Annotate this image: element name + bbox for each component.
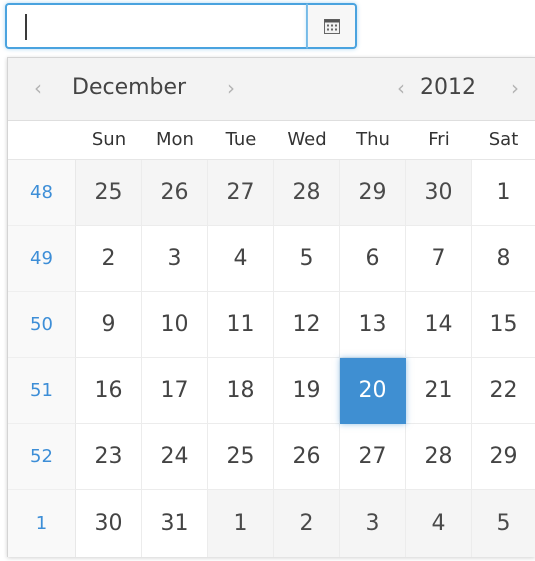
text-cursor [25, 14, 27, 40]
calendar-day[interactable]: 5 [472, 490, 535, 557]
calendar-day[interactable]: 15 [472, 292, 535, 358]
calendar-day[interactable]: 28 [406, 424, 472, 490]
calendar-day[interactable]: 8 [472, 226, 535, 292]
date-picker-page: ‹ December › ‹ 2012 › Sun Mon Tue Wed Th… [0, 0, 535, 561]
calendar-day[interactable]: 13 [340, 292, 406, 358]
calendar-day[interactable]: 27 [340, 424, 406, 490]
calendar-day[interactable]: 3 [142, 226, 208, 292]
weekday-header-row: Sun Mon Tue Wed Thu Fri Sat [8, 121, 535, 160]
previous-month-button[interactable]: ‹ [30, 73, 46, 103]
calendar-day[interactable]: 16 [76, 358, 142, 424]
weekday-wed: Wed [287, 129, 327, 150]
week-number: 50 [8, 292, 76, 358]
week-number: 51 [8, 358, 76, 424]
calendar-day[interactable]: 14 [406, 292, 472, 358]
calendar-day[interactable]: 4 [406, 490, 472, 557]
calendar-day[interactable]: 30 [406, 160, 472, 226]
weekday-sun: Sun [91, 129, 127, 150]
week-row: 49 2 3 4 5 6 7 8 [8, 226, 535, 292]
calendar-day[interactable]: 17 [142, 358, 208, 424]
calendar-day[interactable]: 6 [340, 226, 406, 292]
weekday-tue: Tue [225, 129, 257, 150]
calendar-popup: ‹ December › ‹ 2012 › Sun Mon Tue Wed Th… [7, 57, 535, 557]
week-row: 50 9 10 11 12 13 14 15 [8, 292, 535, 358]
calendar-header: ‹ December › ‹ 2012 › [8, 58, 535, 121]
week-row: 52 23 24 25 26 27 28 29 [8, 424, 535, 490]
calendar-toggle-button[interactable] [307, 3, 357, 49]
next-month-button[interactable]: › [223, 73, 239, 103]
calendar-day[interactable]: 10 [142, 292, 208, 358]
week-number: 48 [8, 160, 76, 226]
calendar-day[interactable]: 4 [208, 226, 274, 292]
calendar-day[interactable]: 9 [76, 292, 142, 358]
calendar-day[interactable]: 19 [274, 358, 340, 424]
calendar-day[interactable]: 21 [406, 358, 472, 424]
date-picker-control [5, 3, 357, 53]
weekday-sat: Sat [488, 129, 519, 150]
calendar-day[interactable]: 27 [208, 160, 274, 226]
year-label[interactable]: 2012 [420, 72, 500, 104]
calendar-day[interactable]: 1 [208, 490, 274, 557]
calendar-day[interactable]: 2 [76, 226, 142, 292]
previous-year-button[interactable]: ‹ [393, 73, 409, 103]
calendar-icon [324, 19, 340, 34]
calendar-day[interactable]: 23 [76, 424, 142, 490]
calendar-day[interactable]: 26 [274, 424, 340, 490]
week-row: 51 16 17 18 19 20 21 22 [8, 358, 535, 424]
calendar-day[interactable]: 18 [208, 358, 274, 424]
week-number: 49 [8, 226, 76, 292]
month-label[interactable]: December [72, 72, 212, 104]
calendar-day[interactable]: 31 [142, 490, 208, 557]
calendar-day[interactable]: 26 [142, 160, 208, 226]
week-row: 1 30 31 1 2 3 4 5 [8, 490, 535, 557]
weekday-fri: Fri [428, 129, 450, 150]
calendar-day[interactable]: 2 [274, 490, 340, 557]
date-input[interactable] [5, 3, 307, 49]
calendar-day[interactable]: 3 [340, 490, 406, 557]
calendar-day[interactable]: 25 [208, 424, 274, 490]
calendar-day[interactable]: 22 [472, 358, 535, 424]
calendar-day[interactable]: 24 [142, 424, 208, 490]
calendar-day[interactable]: 1 [472, 160, 535, 226]
calendar-day[interactable]: 11 [208, 292, 274, 358]
week-row: 48 25 26 27 28 29 30 1 [8, 160, 535, 226]
calendar-day[interactable]: 7 [406, 226, 472, 292]
calendar-day[interactable]: 30 [76, 490, 142, 557]
selected-calendar-day[interactable]: 20 [340, 358, 406, 424]
calendar-day[interactable]: 25 [76, 160, 142, 226]
week-number: 52 [8, 424, 76, 490]
next-year-button[interactable]: › [507, 73, 523, 103]
calendar-grid: 48 25 26 27 28 29 30 1 49 2 3 4 5 6 7 8 … [8, 160, 535, 557]
calendar-day[interactable]: 5 [274, 226, 340, 292]
calendar-day[interactable]: 12 [274, 292, 340, 358]
calendar-day[interactable]: 28 [274, 160, 340, 226]
calendar-day[interactable]: 29 [472, 424, 535, 490]
weekday-thu: Thu [356, 129, 390, 150]
weekday-mon: Mon [156, 129, 194, 150]
calendar-day[interactable]: 29 [340, 160, 406, 226]
week-number: 1 [8, 490, 76, 557]
